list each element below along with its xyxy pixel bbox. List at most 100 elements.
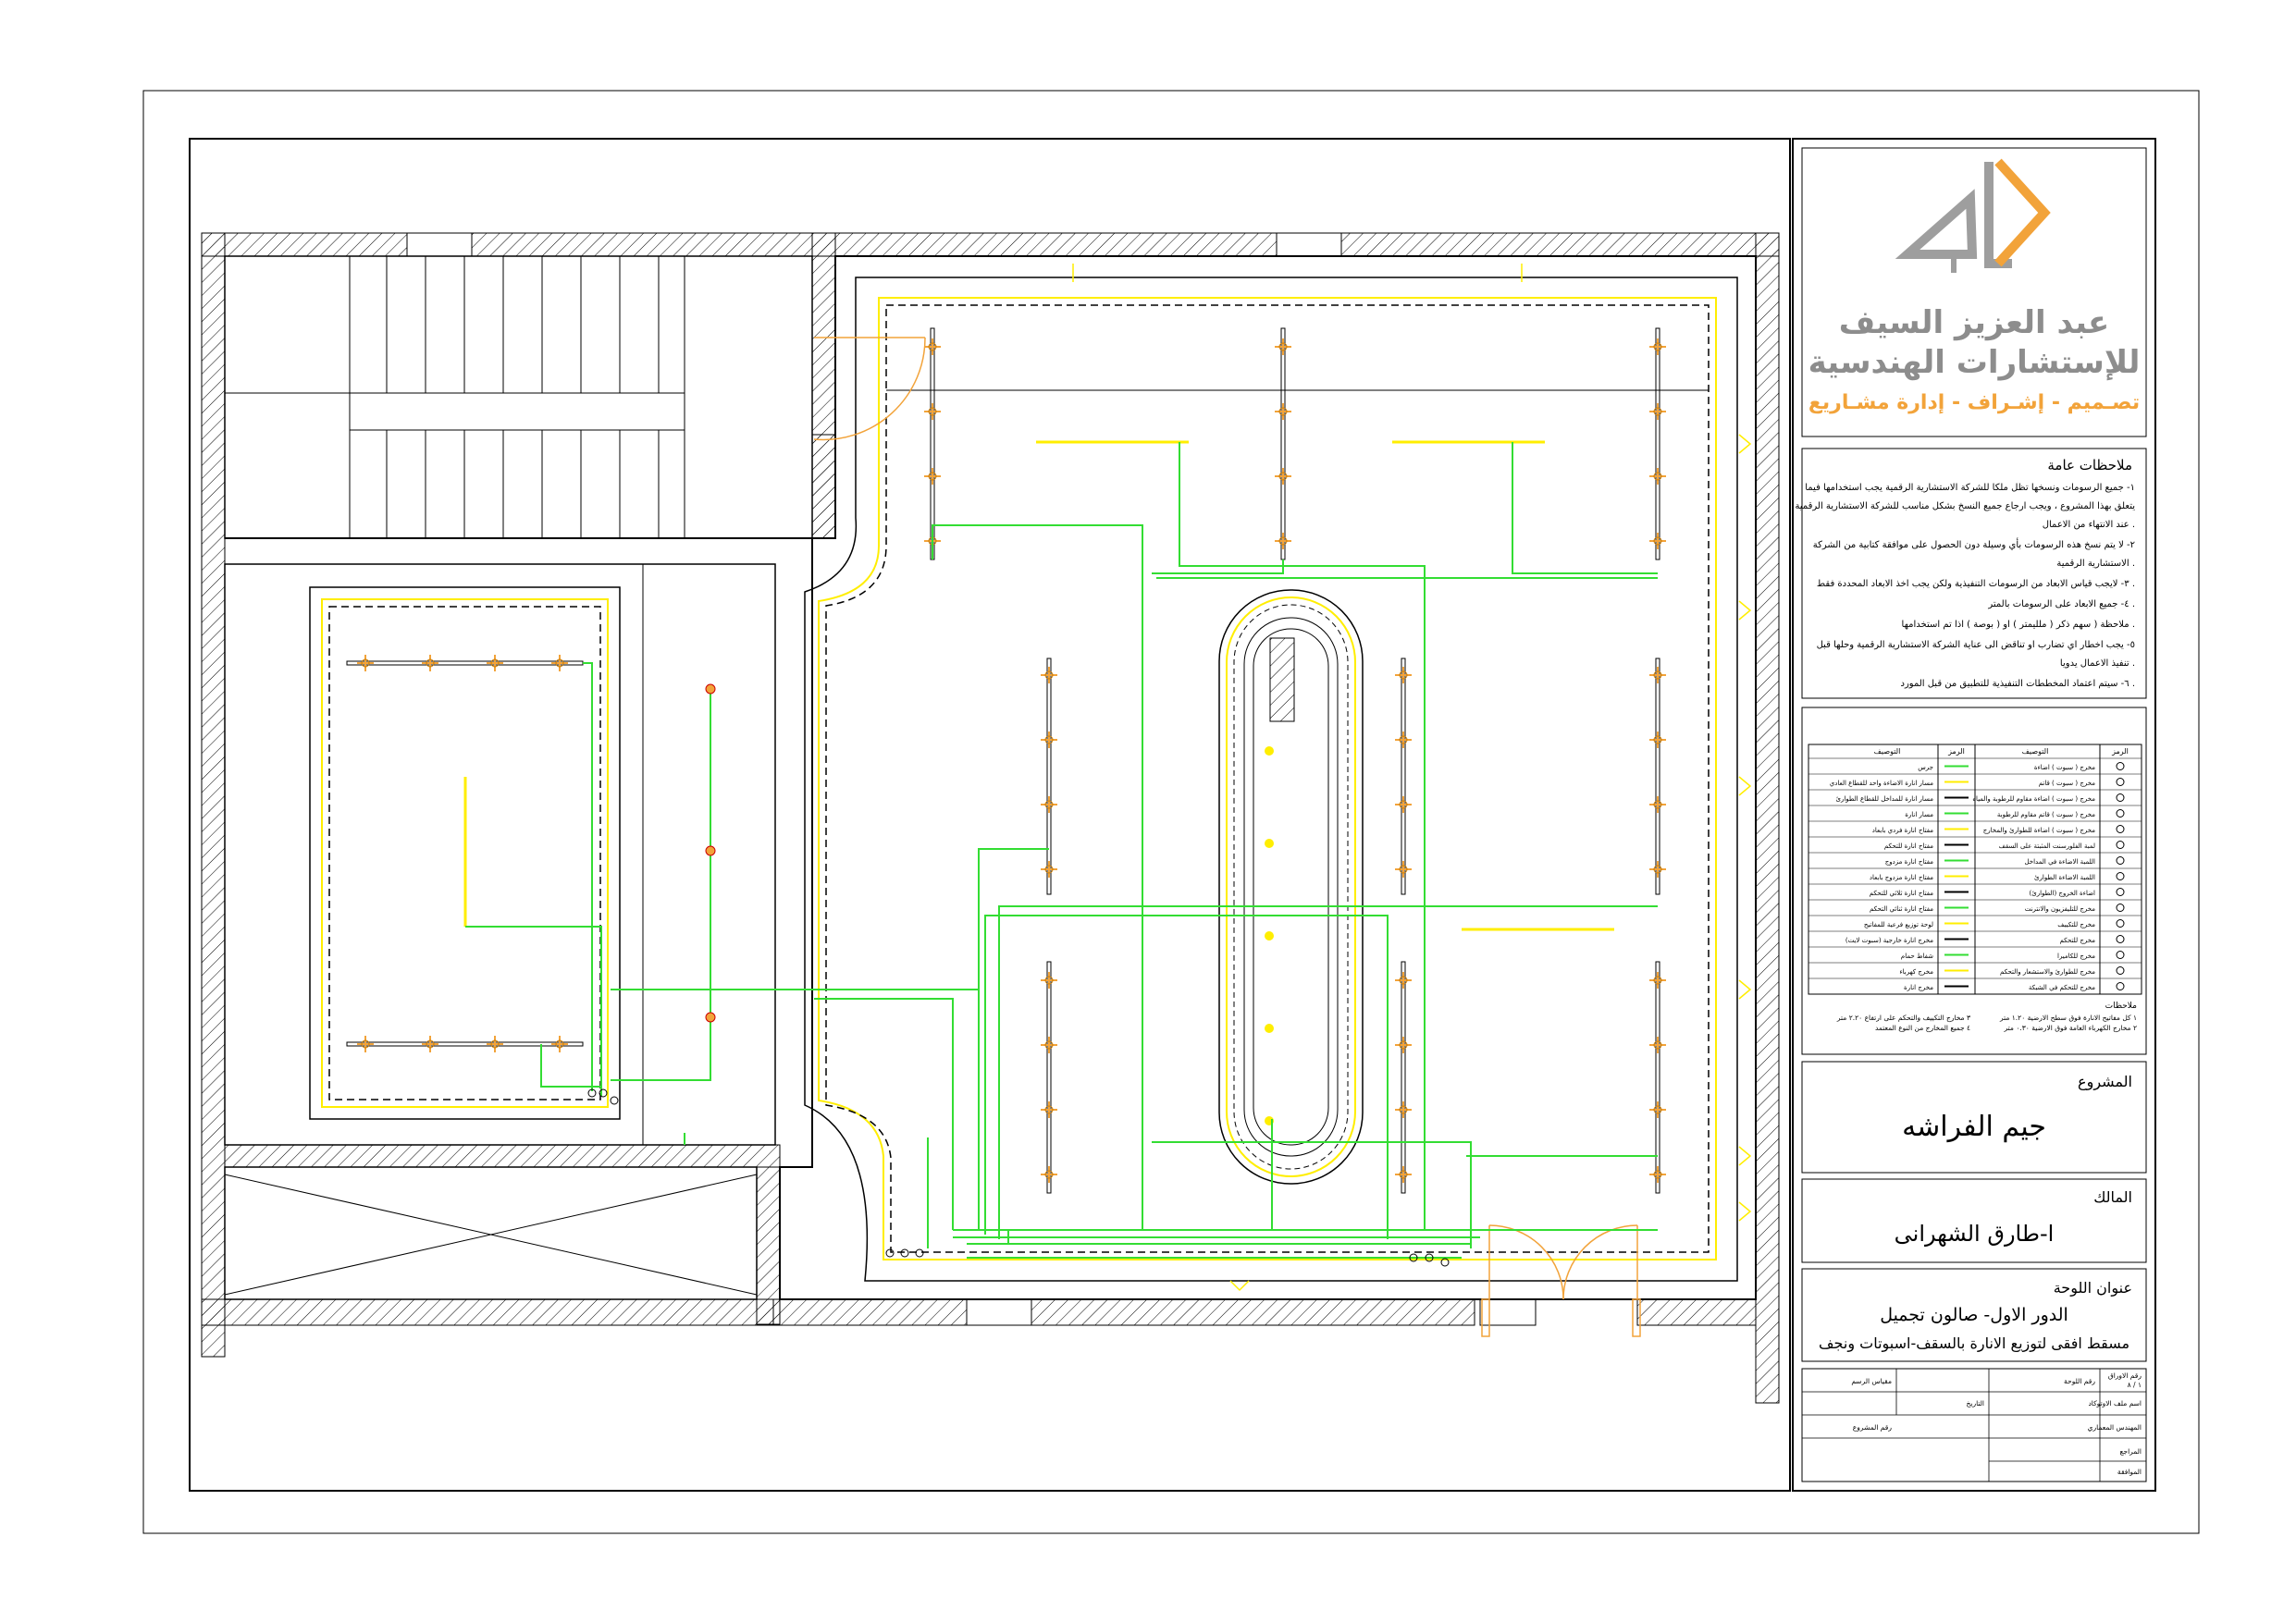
legend-note: ٤ جميع المخارج من النوع المعتمد	[1875, 1024, 1970, 1032]
legend-left-row: جرس	[1918, 764, 1933, 771]
legend-symbol-icon	[2116, 762, 2125, 770]
legend-right-row: مخرج للطوارئ والاستشعار والتحكم	[2000, 968, 2095, 976]
legend-symbol-icon	[2116, 888, 2125, 896]
legend-left-row: مفتاح انارة فردي بابعاد	[1872, 827, 1934, 834]
note-line: ٤- جميع الابعاد على الرسومات بالمتر .	[1987, 599, 2135, 609]
note-line: ٦- سيتم اعتماد المخططات التنفيذية للتطبي…	[1901, 679, 2136, 689]
legend-symbol-icon	[2116, 825, 2125, 833]
info-scale: مقياس الرسم	[1851, 1377, 1892, 1385]
note-line: ١- جميع الرسومات ونسخها تظل ملكا للشركة …	[1805, 483, 2135, 493]
wall-right	[1755, 232, 1780, 1404]
island-spots	[1265, 746, 1274, 1125]
info-table: رقم اللوحة مقياس الرسم رقم الاوراق ١ / ٨…	[1801, 1368, 2147, 1482]
note-line: عند الانتهاء من الاعمال .	[2043, 520, 2135, 530]
legend-symbol-icon	[2116, 919, 2125, 928]
legend-left-row: مخرج انارة خارجية (سبوت لايت)	[1845, 937, 1933, 944]
legend-right-row: مخرج للتليفزيون والانترنت	[2025, 905, 2096, 913]
legend-symbol-icon	[2116, 856, 2125, 865]
legend-right-row: مخرج للكاميرا	[2057, 953, 2095, 960]
legend-header-desc: التوصيف	[2022, 747, 2049, 756]
legend-right-row: اضاءة الخروج (الطوارئ)	[2030, 890, 2096, 897]
legend-left-row: لوحة توزيع فرعية للمفاتيح	[1864, 921, 1933, 928]
legend-symbol-icon	[2116, 793, 2125, 802]
storage-room	[224, 1166, 758, 1300]
wall-bottom-right	[1636, 1298, 1757, 1326]
info-sheets-count-label: رقم الاوراق	[2108, 1371, 2142, 1380]
legend-header-symbol: الرمز	[2111, 747, 2129, 756]
legend-symbol-icon	[2116, 841, 2125, 849]
track-lights	[346, 327, 1667, 1194]
legend-note: ١ كل مفاتيح الانارة فوق سطح الارضية ١.٢٠…	[1999, 1014, 2137, 1022]
legend-symbol-icon	[2116, 951, 2125, 959]
project-label: المشروع	[2078, 1073, 2132, 1091]
project-value: جيم الفراشه	[1902, 1111, 2046, 1143]
note-line: تنفيذ الاعمال يدويا .	[2060, 658, 2135, 669]
legend-symbol-icon	[2116, 778, 2125, 786]
legend-right-row: مخرج للتحكم	[2060, 937, 2096, 944]
info-reviewer: المراجع	[2119, 1447, 2142, 1456]
company-name-line1: عبد العزيز السيف	[1839, 304, 2110, 341]
drawing-frame	[189, 138, 1791, 1492]
legend-left-row: مخرج انارة	[1904, 984, 1933, 991]
legend-header-desc-2: التوصيف	[1874, 747, 1901, 756]
led-strips	[463, 440, 1614, 931]
legend-note: ٣ مخارج التكييف والتحكم على ارتفاع ٢.٢٠ …	[1836, 1014, 1970, 1022]
legend-left-row: شفاط حمام	[1901, 953, 1933, 960]
info-date: التاريخ	[1967, 1399, 1984, 1408]
wall-bottom-left	[201, 1298, 774, 1326]
note-line: يتعلق بهذا المشروع ، ويجب ارجاع جميع الن…	[1795, 501, 2135, 511]
legend-left-row: مخرج كهرباء	[1899, 968, 1933, 976]
legend-symbol-icon	[2116, 872, 2125, 880]
legend-right-row: مخرج للتحكم في الشبكة	[2029, 984, 2095, 991]
legend-note: ٢ مخارج الكهرباء العامة فوق الارضية ٠.٣٠…	[2004, 1024, 2137, 1032]
legend-right-row: مخرج ( سبوت ) قاتم مقاوم للرطوبة	[1997, 811, 2095, 818]
note-line: ٥- يجب اخطار اي تضارب او تناقض الى عناية…	[1817, 640, 2135, 650]
info-approval: الموافقة	[2117, 1468, 2142, 1476]
legend-right-row: اللمبة الاضاءة الطوارئ	[2034, 874, 2095, 881]
legend-right-row: لمبة الفلورسنت المثبتة على السقف	[1999, 842, 2095, 850]
note-line: ٢- لا يتم نسخ هذه الرسومات بأي وسيلة دون…	[1813, 537, 2135, 550]
legend-left-row: مسار انارة للمداخل للقطاع الطوارئ	[1835, 795, 1933, 803]
legend-table: التوصيف الرمز التوصيف الرمز مخرج ( سبوت …	[1801, 707, 2147, 1055]
legend-left-row: مفتاح انارة للتحكم	[1884, 842, 1933, 850]
wall-left	[201, 232, 226, 1358]
info-architect: المهندس المعماري	[2088, 1423, 2142, 1432]
owner-label: المالك	[2093, 1188, 2132, 1206]
note-line: الاستشارية الرقمية .	[2056, 559, 2135, 569]
legend-left-row: مفتاح انارة مزدوج بابعاد	[1870, 874, 1933, 881]
legend-left-row: مفتاح انارة مزدوج	[1885, 858, 1933, 866]
sheet-title-line1: الدور الاول- صالون تجميل	[1880, 1305, 2068, 1325]
sheet-title-line2: مسقط افقى لتوزيع الانارة بالسقف-اسبوتات …	[1819, 1334, 2129, 1353]
info-project-no: رقم المشروع	[1853, 1423, 1893, 1432]
drawing-sheet: عبد العزيز السيف للإستشارات الهندسية تصـ…	[142, 90, 2200, 1534]
legend-symbol-icon	[2116, 809, 2125, 818]
legend-right-row: اللمبة الاضاءة في المداخل	[2024, 858, 2095, 866]
legend-symbol-icon	[2116, 904, 2125, 912]
floor-plan	[201, 232, 1780, 1404]
owner-value: ا-طارق الشهرانى	[1895, 1221, 2055, 1247]
legend-left-row: مسار انارة الاضاءة واحد للقطاع العادي	[1830, 780, 1933, 787]
legend-right-row: مخرج للتكييف	[2057, 921, 2095, 928]
legend-right-row: مخرج ( سبوت ) اضاءة للطوارئ والمخارج	[1983, 827, 2096, 834]
legend-right-row: مخرج ( سبوت ) قاتم	[2039, 780, 2096, 787]
legend-right-row: مخرج ( سبوت ) اضاءة	[2034, 764, 2095, 771]
wall-lower-mid	[756, 1166, 781, 1325]
legend-right-row: مخرج ( سبوت ) اضاءة مقاوم للرطوبة والميا…	[1972, 795, 2095, 803]
note-line: ملاحظة ( سهم ذكر ( ملليمتر ) او ( بوصة )…	[1902, 620, 2135, 630]
exit-signs	[1072, 264, 1752, 1292]
info-sheets-count: ١ / ٨	[2128, 1381, 2142, 1389]
legend-symbol-icon	[2116, 982, 2125, 990]
left-room	[224, 563, 776, 1146]
wall-stair-lower	[811, 434, 836, 539]
notes-heading: ملاحظات عامة	[2047, 457, 2132, 473]
company-name-line2: للإستشارات الهندسية	[1808, 344, 2141, 381]
legend-left-row: مفتاح انارة ثنائي التحكم	[1870, 905, 1933, 913]
sheet-title-label: عنوان اللوحة	[2054, 1279, 2132, 1297]
stair	[224, 255, 813, 539]
notes-list: ١- جميع الرسومات ونسخها تظل ملكا للشركة …	[1795, 483, 2135, 689]
info-sheet-no: رقم اللوحة	[2064, 1377, 2095, 1385]
legend-left-row: مسار انارة	[1905, 811, 1933, 818]
legend-notes-heading: ملاحظات	[2105, 1002, 2138, 1011]
legend-left-row: مفتاح انارة ثلاثي للتحكم	[1870, 890, 1934, 897]
wall-bottom-mid	[772, 1298, 1475, 1326]
